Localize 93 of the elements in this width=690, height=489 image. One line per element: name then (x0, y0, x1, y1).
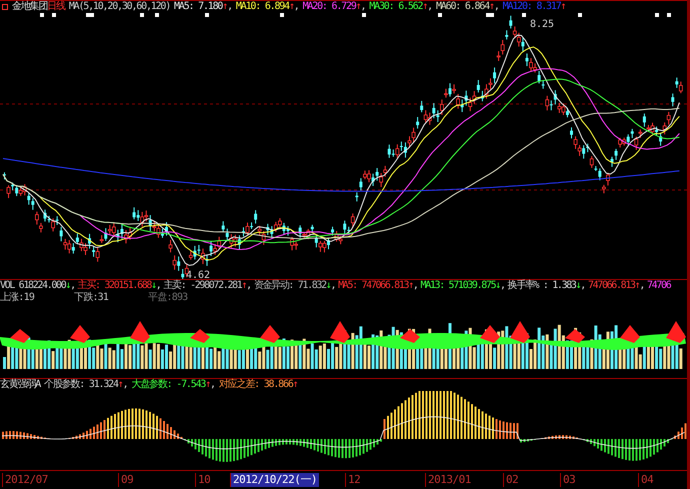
price-annotation: 4.62 (186, 270, 210, 279)
date-label: 04 (638, 473, 656, 488)
price-annotation: 8.25 (530, 19, 554, 30)
date-label: 09 (118, 473, 136, 488)
trend-arrow: ↑ (356, 1, 360, 13)
square-icon (2, 4, 8, 10)
marker-icon (667, 13, 671, 17)
separator: , (70, 280, 75, 292)
period-label: 日线 (47, 1, 65, 13)
legend-value: MA30: 6.562 (369, 1, 422, 13)
date-label: 2012/07 (2, 473, 50, 488)
date-label: 2012/10/22(一) (230, 473, 319, 488)
separator: , (227, 1, 232, 13)
trend-arrow: ↓ (495, 280, 500, 292)
trend-arrow: ↑ (205, 379, 210, 392)
trend-arrow: ↑ (118, 379, 123, 392)
stock-name: 金地集团 (12, 1, 48, 13)
signal-shape (400, 329, 420, 343)
separator: , (294, 1, 299, 13)
legend-value: 747066.813 (588, 280, 635, 292)
separator: , (494, 1, 499, 13)
marker-icon (362, 13, 366, 17)
marker-icon (140, 13, 144, 17)
marker-icon (438, 13, 442, 17)
legend-value: 对应之差: 38.866 (218, 379, 293, 392)
trend-arrow: ↑ (422, 1, 428, 13)
legend-value: 74706 (647, 280, 670, 292)
legend-value: MA10: 6.894 (236, 1, 289, 13)
separator: , (580, 280, 585, 292)
trend-arrow: ↓ (576, 280, 580, 292)
trend-arrow: ↑ (222, 1, 228, 13)
legend-value: MA13: 571039.875 (420, 280, 496, 292)
signal-shape (480, 325, 500, 343)
separator: , (246, 280, 251, 292)
indicator-name: 玄黄强弱A (0, 379, 40, 392)
legend-value: 换手率% : 1.383 (508, 280, 576, 292)
signal-shape (190, 329, 210, 343)
date-label: 03 (560, 473, 578, 488)
market-stat: 下跌:31 (74, 292, 108, 303)
ma-params: MA(5,10,20,30,60,120) (68, 1, 170, 13)
signal-shape (130, 321, 150, 343)
marker-icon (205, 13, 209, 17)
signal-shape (620, 325, 640, 343)
separator: , (210, 379, 215, 392)
separator: , (156, 280, 160, 292)
signal-shape (260, 325, 280, 343)
signal-shape (565, 329, 585, 343)
legend-value: MA60: 6.864 (436, 1, 490, 13)
marker-icon (52, 13, 56, 17)
trend-arrow: ↑ (634, 280, 640, 292)
legend-value: 资金异动: 71.832 (254, 280, 326, 292)
trend-arrow: ↓ (326, 280, 330, 292)
separator: , (122, 379, 128, 392)
market-stat: 上涨:19 (0, 292, 34, 303)
marker-icon (655, 13, 659, 17)
signal-shape (510, 321, 530, 343)
separator: , (500, 280, 505, 292)
marker-icon (522, 13, 526, 17)
legend-value: MA5: 7.180 (174, 1, 222, 13)
date-label: 12 (345, 473, 362, 488)
marker-icon (155, 13, 159, 17)
date-label: 10 (195, 473, 212, 488)
separator: , (639, 280, 644, 292)
trend-arrow: ↑ (489, 1, 494, 13)
legend-value: VOL 618224.000 (0, 280, 66, 292)
trend-arrow: ↑ (241, 280, 246, 292)
signal-shape (666, 321, 686, 343)
legend-value: MA5: 747066.813 (338, 280, 408, 292)
legend-value: 个股参数: 31.324 (44, 379, 118, 392)
marker-icon (578, 13, 582, 17)
separator: , (330, 280, 336, 292)
separator: , (412, 280, 418, 292)
trend-arrow: ↑ (408, 280, 413, 292)
date-label: 02 (503, 473, 520, 488)
legend-value: 主卖: -298072.281 (163, 280, 242, 292)
signal-shape (10, 329, 30, 343)
trend-arrow: ↑ (292, 379, 298, 392)
legend-value: 主买: 320151.688 (78, 280, 152, 292)
trend-arrow: ↑ (288, 1, 294, 13)
date-label: 2013/01 (425, 473, 473, 488)
separator: , (360, 1, 366, 13)
separator: , (427, 1, 432, 13)
legend-value: MA20: 6.729 (302, 1, 356, 13)
marker-icon (280, 13, 284, 17)
legend-value: MA120: 8.317 (502, 1, 561, 13)
signal-shape (330, 321, 350, 343)
trend-arrow: ↓ (65, 280, 70, 292)
signal-shape (70, 325, 90, 343)
trend-arrow: ↑ (560, 1, 566, 13)
legend-value: 大盘参数: -7.543 (131, 379, 206, 392)
marker-icon (40, 13, 44, 17)
market-stat: 平盘:893 (148, 292, 188, 303)
trend-arrow: ↓ (151, 280, 156, 292)
